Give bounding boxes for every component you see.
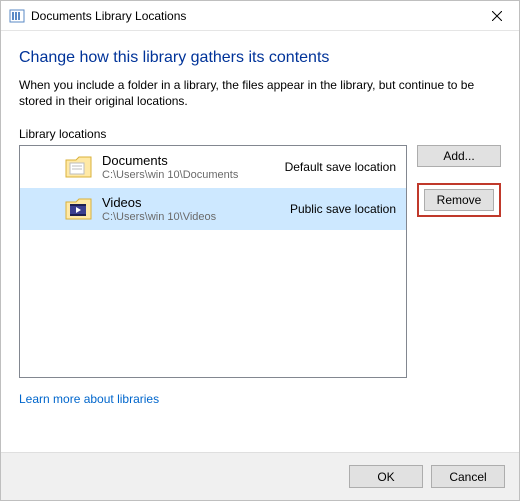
dialog-footer: OK Cancel (1, 452, 519, 500)
learn-more-link[interactable]: Learn more about libraries (19, 392, 501, 406)
content-area: Change how this library gathers its cont… (1, 31, 519, 452)
remove-button[interactable]: Remove (424, 189, 494, 211)
cancel-button[interactable]: Cancel (431, 465, 505, 488)
side-buttons: Add... Remove (417, 145, 501, 378)
remove-highlight: Remove (417, 183, 501, 217)
location-text: Videos C:\Users\win 10\Videos (102, 195, 216, 224)
window-title: Documents Library Locations (31, 9, 474, 23)
ok-button[interactable]: OK (349, 465, 423, 488)
location-name: Documents (102, 153, 238, 169)
folder-documents-icon (64, 152, 94, 182)
section-label: Library locations (19, 127, 501, 141)
locations-listbox[interactable]: Documents C:\Users\win 10\Documents Defa… (19, 145, 407, 378)
close-button[interactable] (474, 1, 519, 30)
location-path: C:\Users\win 10\Videos (102, 211, 216, 224)
folder-videos-icon (64, 194, 94, 224)
location-path: C:\Users\win 10\Documents (102, 169, 238, 182)
close-icon (492, 11, 502, 21)
page-heading: Change how this library gathers its cont… (19, 49, 501, 67)
library-icon (9, 8, 25, 24)
location-row[interactable]: Documents C:\Users\win 10\Documents Defa… (20, 146, 406, 188)
page-description: When you include a folder in a library, … (19, 77, 501, 109)
location-text: Documents C:\Users\win 10\Documents (102, 153, 238, 182)
main-row: Documents C:\Users\win 10\Documents Defa… (19, 145, 501, 378)
location-tag: Default save location (285, 160, 396, 174)
location-name: Videos (102, 195, 216, 211)
add-button[interactable]: Add... (417, 145, 501, 167)
titlebar: Documents Library Locations (1, 1, 519, 31)
dialog-window: Documents Library Locations Change how t… (0, 0, 520, 501)
location-row[interactable]: Videos C:\Users\win 10\Videos Public sav… (20, 188, 406, 230)
location-tag: Public save location (290, 202, 396, 216)
